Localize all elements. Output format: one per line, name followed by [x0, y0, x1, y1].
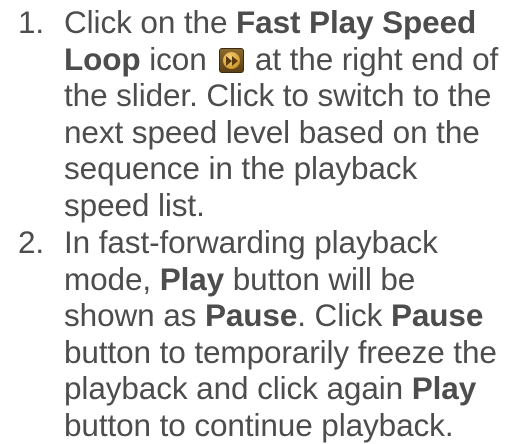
step-number: 2. [18, 224, 45, 260]
step-text-segment: icon [140, 40, 216, 77]
pause-label: Pause [390, 297, 484, 333]
fast-forward-icon [219, 47, 245, 73]
play-label: Play [159, 260, 225, 297]
step-number: 1. [18, 4, 45, 40]
play-label: Play [411, 370, 477, 406]
step-text-segment: Click on the [64, 4, 237, 40]
step-text-segment: . Click [297, 297, 391, 333]
list-item-step-1: 1. Click on the Fast Play Speed Loop ico… [0, 4, 511, 223]
instruction-list: 1. Click on the Fast Play Speed Loop ico… [0, 0, 521, 444]
pause-label: Pause [204, 297, 298, 333]
list-item-step-2: 2. In fast-forwarding playback mode, Pla… [0, 224, 511, 443]
step-text: In fast-forwarding playback mode, Play b… [64, 224, 511, 443]
step-text-segment: button to continue playback. [64, 406, 454, 443]
step-text: Click on the Fast Play Speed Loop icon a… [64, 4, 511, 223]
